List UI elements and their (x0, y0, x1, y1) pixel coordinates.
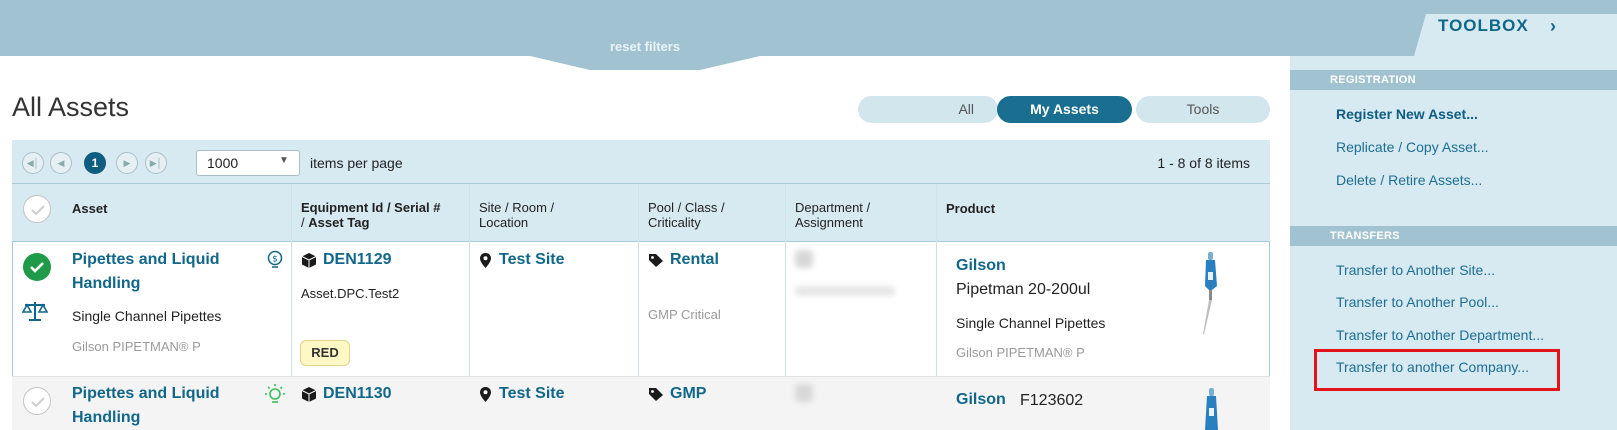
pipette-image (1205, 388, 1218, 430)
box-icon (301, 387, 317, 402)
column-header-pool[interactable]: Pool / Class / Criticality (648, 200, 725, 230)
transfer-company-highlight (1314, 349, 1560, 391)
pool-link[interactable]: Rental (670, 251, 719, 269)
site-link[interactable]: Test Site (499, 251, 565, 269)
pipette-image (1203, 252, 1217, 334)
lightbulb-dollar-icon: $ (267, 250, 283, 268)
product-code: F123602 (1020, 392, 1084, 409)
reset-filters-tab-shape (530, 56, 760, 70)
box-icon (301, 253, 317, 268)
column-header-asset[interactable]: Asset (72, 201, 107, 216)
asset-model: Gilson PIPETMAN® P (72, 339, 201, 354)
toggle-tools[interactable]: Tools (1136, 96, 1270, 123)
asset-category-link-cont[interactable]: Handling (72, 409, 140, 427)
criticality-label: GMP Critical (648, 307, 721, 322)
avatar (795, 384, 813, 402)
column-header-department[interactable]: Department / Assignment (795, 200, 870, 230)
toolbox-section-transfers: TRANSFERS (1290, 226, 1617, 246)
site-link[interactable]: Test Site (499, 385, 565, 403)
asset-type: Single Channel Pipettes (72, 308, 222, 324)
equipment-id-link[interactable]: DEN1129 (323, 251, 392, 269)
register-new-asset-link[interactable]: Register New Asset... (1336, 106, 1478, 122)
serial-number: Asset.DPC.Test2 (301, 286, 400, 301)
svg-text:$: $ (272, 255, 278, 265)
select-all-checkbox[interactable] (23, 195, 51, 223)
toggle-all[interactable]: All (858, 96, 998, 123)
page-title: All Assets (12, 92, 130, 122)
check-icon (30, 262, 44, 273)
tag-icon (649, 388, 663, 401)
asset-tag-badge: RED (300, 340, 350, 366)
reset-filters-link[interactable]: reset filters (560, 39, 730, 54)
column-header-site[interactable]: Site / Room / Location (479, 200, 554, 230)
lightbulb-on-icon (265, 384, 285, 403)
asset-category-link[interactable]: Pipettes and Liquid (72, 385, 220, 403)
product-name: Pipetman 20-200ul (956, 281, 1091, 298)
location-pin-icon (480, 387, 491, 402)
scale-icon (22, 302, 48, 321)
table-header (12, 184, 1270, 242)
chevron-down-icon[interactable]: ▼ (279, 155, 289, 166)
last-page-icon[interactable]: ▶│ (145, 152, 167, 174)
equipment-id-link[interactable]: DEN1130 (323, 385, 392, 403)
check-icon (31, 205, 45, 216)
transfer-site-link[interactable]: Transfer to Another Site... (1336, 262, 1495, 278)
check-icon (31, 397, 45, 408)
items-per-page-label: items per page (310, 155, 403, 171)
toolbox-section-registration: REGISTRATION (1290, 70, 1617, 90)
transfer-pool-link[interactable]: Transfer to Another Pool... (1336, 294, 1499, 310)
column-header-equipment[interactable]: Equipment Id / Serial # / Asset Tag (301, 200, 440, 230)
chevron-right-icon[interactable]: › (1550, 16, 1556, 37)
product-model: Gilson PIPETMAN® P (956, 345, 1085, 360)
assignment-redacted (795, 286, 895, 296)
transfer-department-link[interactable]: Transfer to Another Department... (1336, 327, 1544, 343)
prev-page-icon[interactable]: ◀ (50, 152, 72, 174)
current-page-button[interactable]: 1 (84, 152, 106, 174)
manufacturer-link[interactable]: Gilson (956, 257, 1006, 275)
asset-category-link[interactable]: Pipettes and Liquid (72, 251, 220, 269)
column-header-product[interactable]: Product (946, 201, 995, 216)
row-checkbox[interactable] (23, 387, 51, 415)
pool-link[interactable]: GMP (670, 385, 706, 403)
next-page-icon[interactable]: ▶ (116, 152, 138, 174)
asset-category-link-cont[interactable]: Handling (72, 275, 140, 293)
item-count: 1 - 8 of 8 items (1157, 155, 1250, 171)
toggle-my-assets[interactable]: My Assets (997, 96, 1132, 123)
location-pin-icon (480, 253, 491, 268)
manufacturer-link[interactable]: Gilson (956, 391, 1006, 409)
delete-assets-link[interactable]: Delete / Retire Assets... (1336, 172, 1482, 188)
tag-icon (649, 254, 663, 267)
first-page-icon[interactable]: ◀│ (22, 152, 44, 174)
product-type: Single Channel Pipettes (956, 315, 1106, 331)
toolbox-title: TOOLBOX (1438, 16, 1529, 35)
replicate-asset-link[interactable]: Replicate / Copy Asset... (1336, 139, 1489, 155)
avatar (795, 250, 813, 268)
row-selected-checkbox[interactable] (23, 253, 51, 281)
